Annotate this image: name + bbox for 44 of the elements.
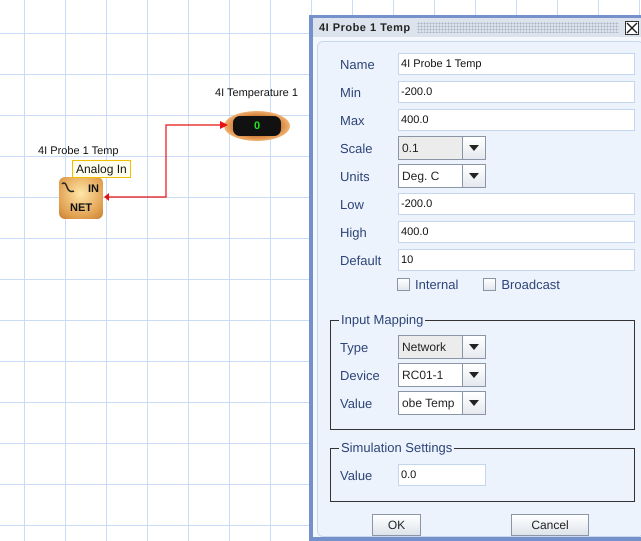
field-label: Units xyxy=(340,168,371,184)
node-label: 4I Temperature 1 xyxy=(215,87,298,99)
field-label: Low xyxy=(340,196,365,212)
field-label: High xyxy=(340,224,368,240)
checkbox-label: Broadcast xyxy=(501,276,560,292)
checkbox[interactable] xyxy=(397,278,410,290)
field-label: Type xyxy=(340,340,370,354)
caret-icon xyxy=(469,173,479,179)
field-label: Name xyxy=(340,56,376,72)
dropdown[interactable]: Deg. C xyxy=(398,164,486,188)
text-field[interactable]: 0.0 xyxy=(398,464,486,486)
dropdown[interactable]: obe Temp xyxy=(398,391,486,415)
field-label: Scale xyxy=(340,140,374,156)
text-field[interactable]: 10 xyxy=(398,249,635,271)
field-label: Min xyxy=(340,84,362,100)
text-field[interactable]: 400.0 xyxy=(398,221,635,243)
field-label: Max xyxy=(340,112,366,128)
checkbox-label: Internal xyxy=(415,276,458,292)
caret-icon xyxy=(469,344,479,350)
field-label: Value xyxy=(340,468,374,482)
close-button[interactable] xyxy=(625,20,639,34)
text-field[interactable]: 400.0 xyxy=(398,109,635,131)
dropdown[interactable]: RC01-1 xyxy=(398,363,486,387)
checkbox[interactable] xyxy=(483,278,496,290)
text-field[interactable]: 4I Probe 1 Temp xyxy=(398,53,635,75)
window-title: 4I Probe 1 Temp xyxy=(319,22,411,34)
tooltip: Analog In xyxy=(72,160,131,178)
analog-input-block[interactable]: IN NET xyxy=(59,177,103,219)
node-label: 4I Probe 1 Temp xyxy=(38,145,119,157)
group-title: Input Mapping xyxy=(339,312,426,327)
caret-icon xyxy=(469,400,479,406)
text-field[interactable]: -200.0 xyxy=(398,81,635,103)
text-field[interactable]: -200.0 xyxy=(398,193,635,215)
close-icon xyxy=(626,22,638,34)
ok-button[interactable]: OK xyxy=(372,514,421,536)
group-title: Simulation Settings xyxy=(339,440,454,455)
caret-icon xyxy=(469,372,479,378)
cancel-button[interactable]: Cancel xyxy=(511,514,589,536)
field-label: Device xyxy=(340,368,381,382)
caret-icon xyxy=(469,145,479,151)
wave-icon xyxy=(61,181,75,193)
display-block[interactable]: 0 xyxy=(224,111,290,141)
field-label: Value xyxy=(340,396,374,410)
field-label: Default xyxy=(340,252,382,268)
